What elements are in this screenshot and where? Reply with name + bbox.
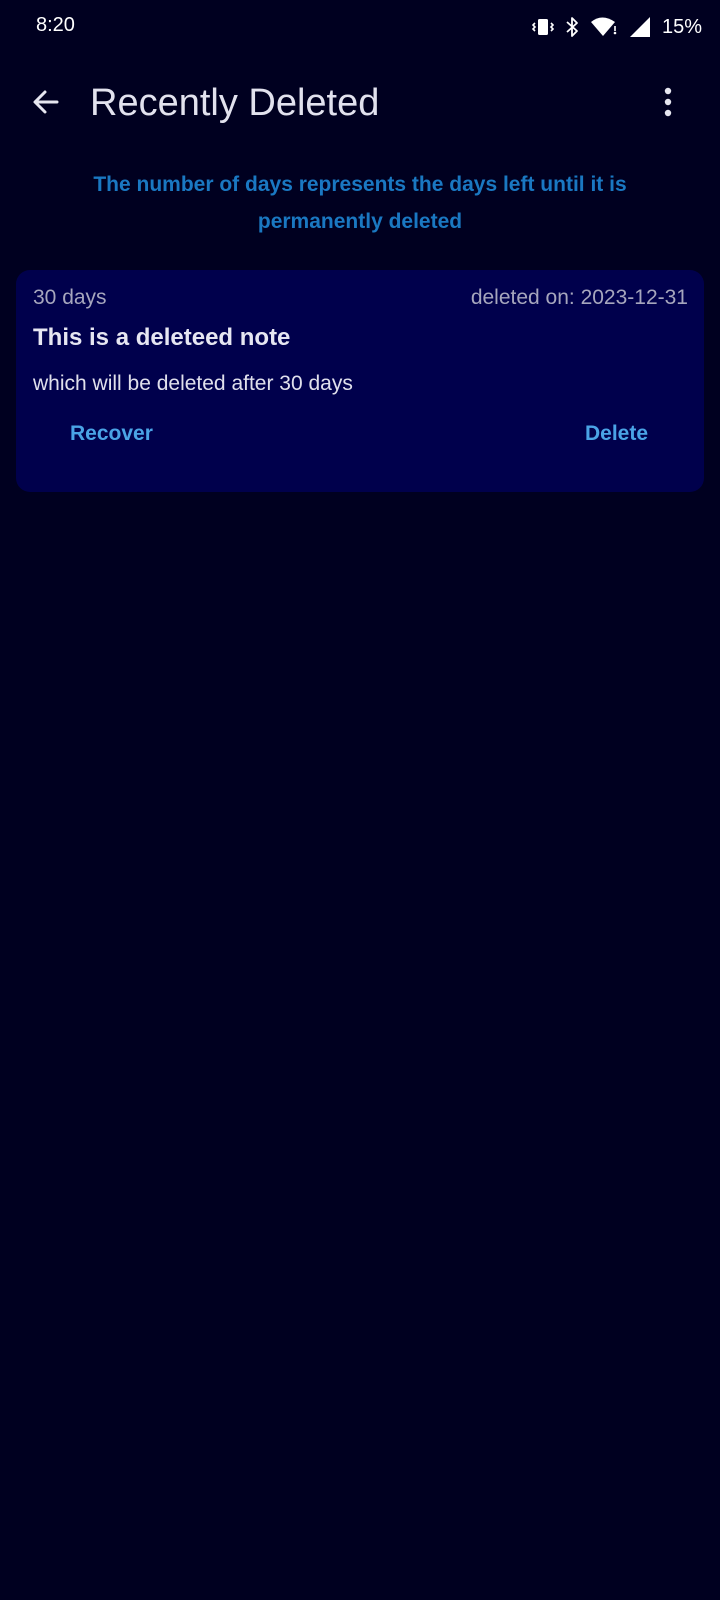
- signal-icon: [628, 16, 652, 38]
- back-button[interactable]: [22, 80, 70, 128]
- recover-button[interactable]: Recover: [70, 422, 153, 446]
- deleted-note-card[interactable]: 30 days deleted on: 2023-12-31 This is a…: [16, 270, 704, 492]
- days-left-label: 30 days: [33, 286, 107, 309]
- deleted-date-label: deleted on: 2023-12-31: [470, 286, 688, 309]
- page-title: Recently Deleted: [90, 82, 380, 124]
- vibrate-icon: [531, 16, 554, 38]
- wifi-icon: [590, 16, 618, 38]
- status-bar: 8:20 15%: [0, 0, 720, 56]
- delete-button[interactable]: Delete: [585, 422, 648, 446]
- more-vertical-icon: [663, 87, 673, 122]
- bluetooth-icon: [564, 16, 580, 38]
- battery-percentage: 15%: [661, 15, 702, 38]
- more-options-button[interactable]: [648, 80, 688, 128]
- note-title: This is a deleteed note: [33, 324, 291, 351]
- app-bar: Recently Deleted: [0, 70, 720, 140]
- status-icons: 15%: [531, 12, 702, 42]
- arrow-left-icon: [31, 87, 61, 122]
- status-time: 8:20: [36, 14, 75, 36]
- info-text: The number of days represents the days l…: [93, 173, 627, 233]
- note-body: which will be deleted after 30 days: [33, 372, 353, 395]
